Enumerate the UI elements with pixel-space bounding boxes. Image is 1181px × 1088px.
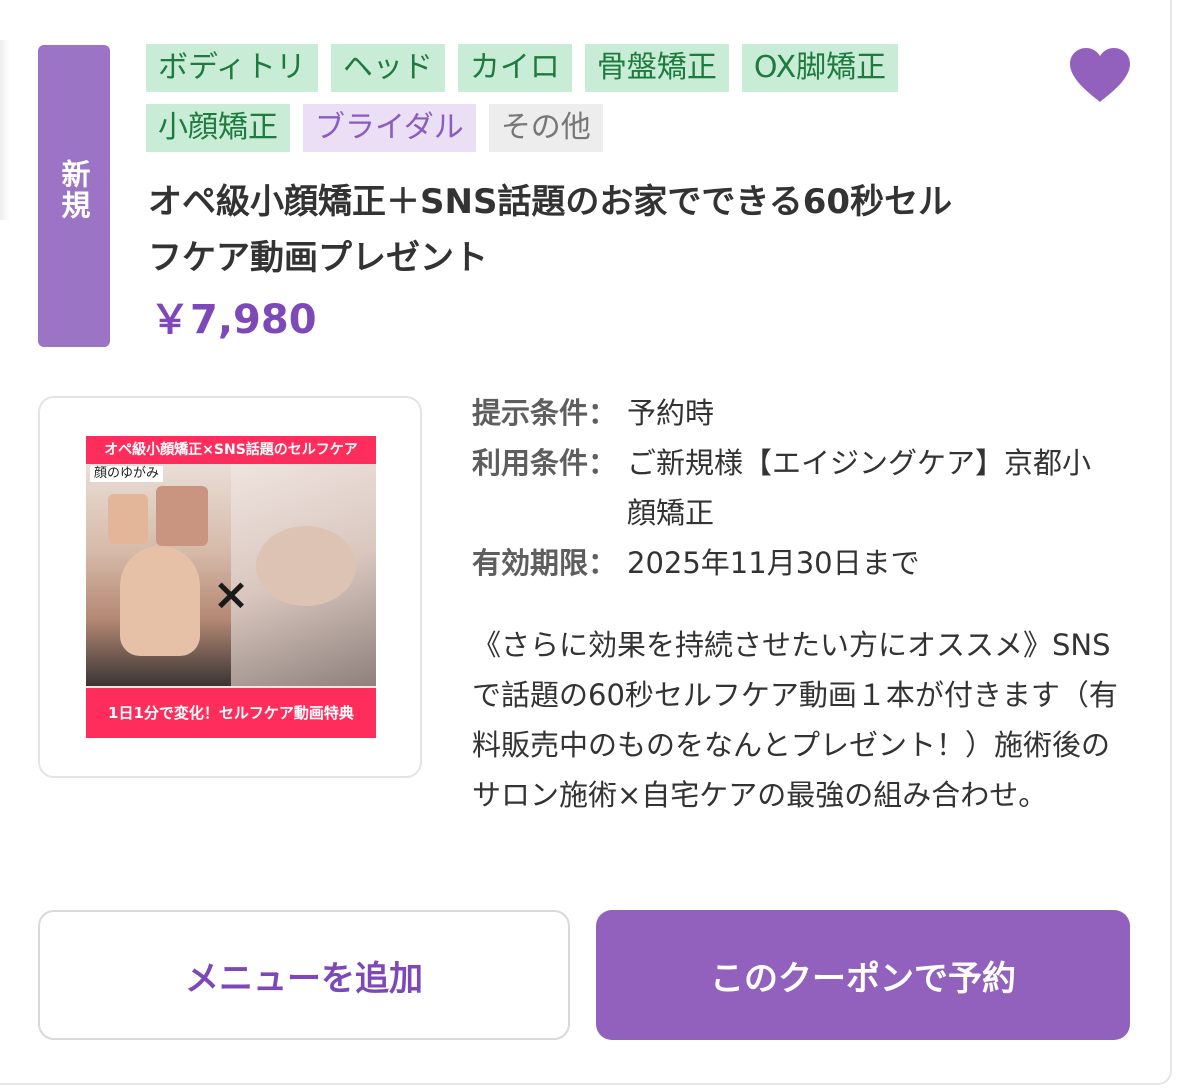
condition-value: ご新規様【エイジングケア】京都小顔矯正	[627, 446, 1092, 530]
condition-label: 提示条件：	[472, 396, 618, 430]
condition-value: 予約時	[627, 396, 715, 430]
thumbnail-face-main	[120, 546, 200, 656]
condition-label: 利用条件：	[472, 446, 618, 480]
thumbnail-bottom-banner: 1日1分で変化！セルフケア動画特典	[86, 688, 376, 738]
coupon-title-line-1: オペ級小顔矯正＋SNS話題のお家でできる60秒セル	[148, 182, 953, 222]
tag-ox-legs: OX脚矯正	[741, 44, 899, 92]
tag-head: ヘッド	[330, 44, 445, 92]
coupon-conditions: 提示条件： 予約時 利用条件： ご新規様【エイジングケア】京都小顔矯正 有効期限…	[472, 388, 1132, 588]
condition-label: 有効期限：	[472, 546, 618, 580]
tag-small-face: 小顔矯正	[146, 104, 290, 152]
tag-pelvis: 骨盤矯正	[584, 44, 729, 92]
thumbnail-cross-icon: ×	[212, 569, 250, 620]
thumbnail-top-banner: オペ級小顔矯正×SNS話題のセルフケア	[86, 436, 376, 464]
thumbnail-subcaption: 顔のゆがみ	[90, 466, 164, 482]
thumbnail-face-small-2	[156, 486, 208, 546]
coupon-card: 新規 ボディトリ ヘッド カイロ 骨盤矯正 OX脚矯正 小顔矯正 ブライダル そ…	[0, 0, 1172, 1085]
new-badge: 新規	[38, 45, 110, 347]
coupon-thumbnail: オペ級小顔矯正×SNS話題のセルフケア 顔のゆがみ × 1日1分で変化！セルフケ…	[86, 436, 376, 738]
card-edge-shadow	[0, 40, 10, 220]
tag-other: その他	[488, 104, 603, 152]
condition-row-presentation: 提示条件： 予約時	[472, 388, 1132, 438]
tag-row-1: ボディトリ ヘッド カイロ 骨盤矯正 OX脚矯正	[146, 44, 946, 92]
add-menu-button[interactable]: メニューを追加	[38, 910, 570, 1040]
tag-body-trim: ボディトリ	[146, 44, 318, 92]
condition-row-usage: 利用条件： ご新規様【エイジングケア】京都小顔矯正	[472, 438, 1132, 538]
condition-row-expiry: 有効期限： 2025年11月30日まで	[472, 538, 1132, 588]
favorite-button[interactable]	[1068, 47, 1132, 103]
new-badge-label: 新規	[57, 159, 91, 221]
coupon-image-frame: オペ級小顔矯正×SNS話題のセルフケア 顔のゆがみ × 1日1分で変化！セルフケ…	[38, 396, 422, 778]
book-with-coupon-button[interactable]: このクーポンで予約	[596, 910, 1130, 1040]
coupon-title: オペ級小顔矯正＋SNS話題のお家でできる60秒セル フケア動画プレゼント	[148, 174, 1048, 286]
category-tags: ボディトリ ヘッド カイロ 骨盤矯正 OX脚矯正 小顔矯正 ブライダル その他	[146, 44, 946, 164]
coupon-description: 《さらに効果を持続させたい方にオススメ》SNSで話題の60秒セルフケア動画１本が…	[472, 628, 1118, 812]
coupon-price: ￥7,980	[150, 297, 317, 343]
condition-value: 2025年11月30日まで	[627, 546, 920, 580]
thumbnail-face-small-1	[108, 494, 148, 544]
tag-chiro: カイロ	[457, 44, 572, 92]
tag-row-2: 小顔矯正 ブライダル その他	[146, 104, 946, 152]
thumbnail-treatment-head	[256, 526, 356, 606]
coupon-title-line-2: フケア動画プレゼント	[148, 238, 488, 278]
heart-icon	[1070, 48, 1130, 102]
tag-bridal: ブライダル	[303, 104, 476, 152]
